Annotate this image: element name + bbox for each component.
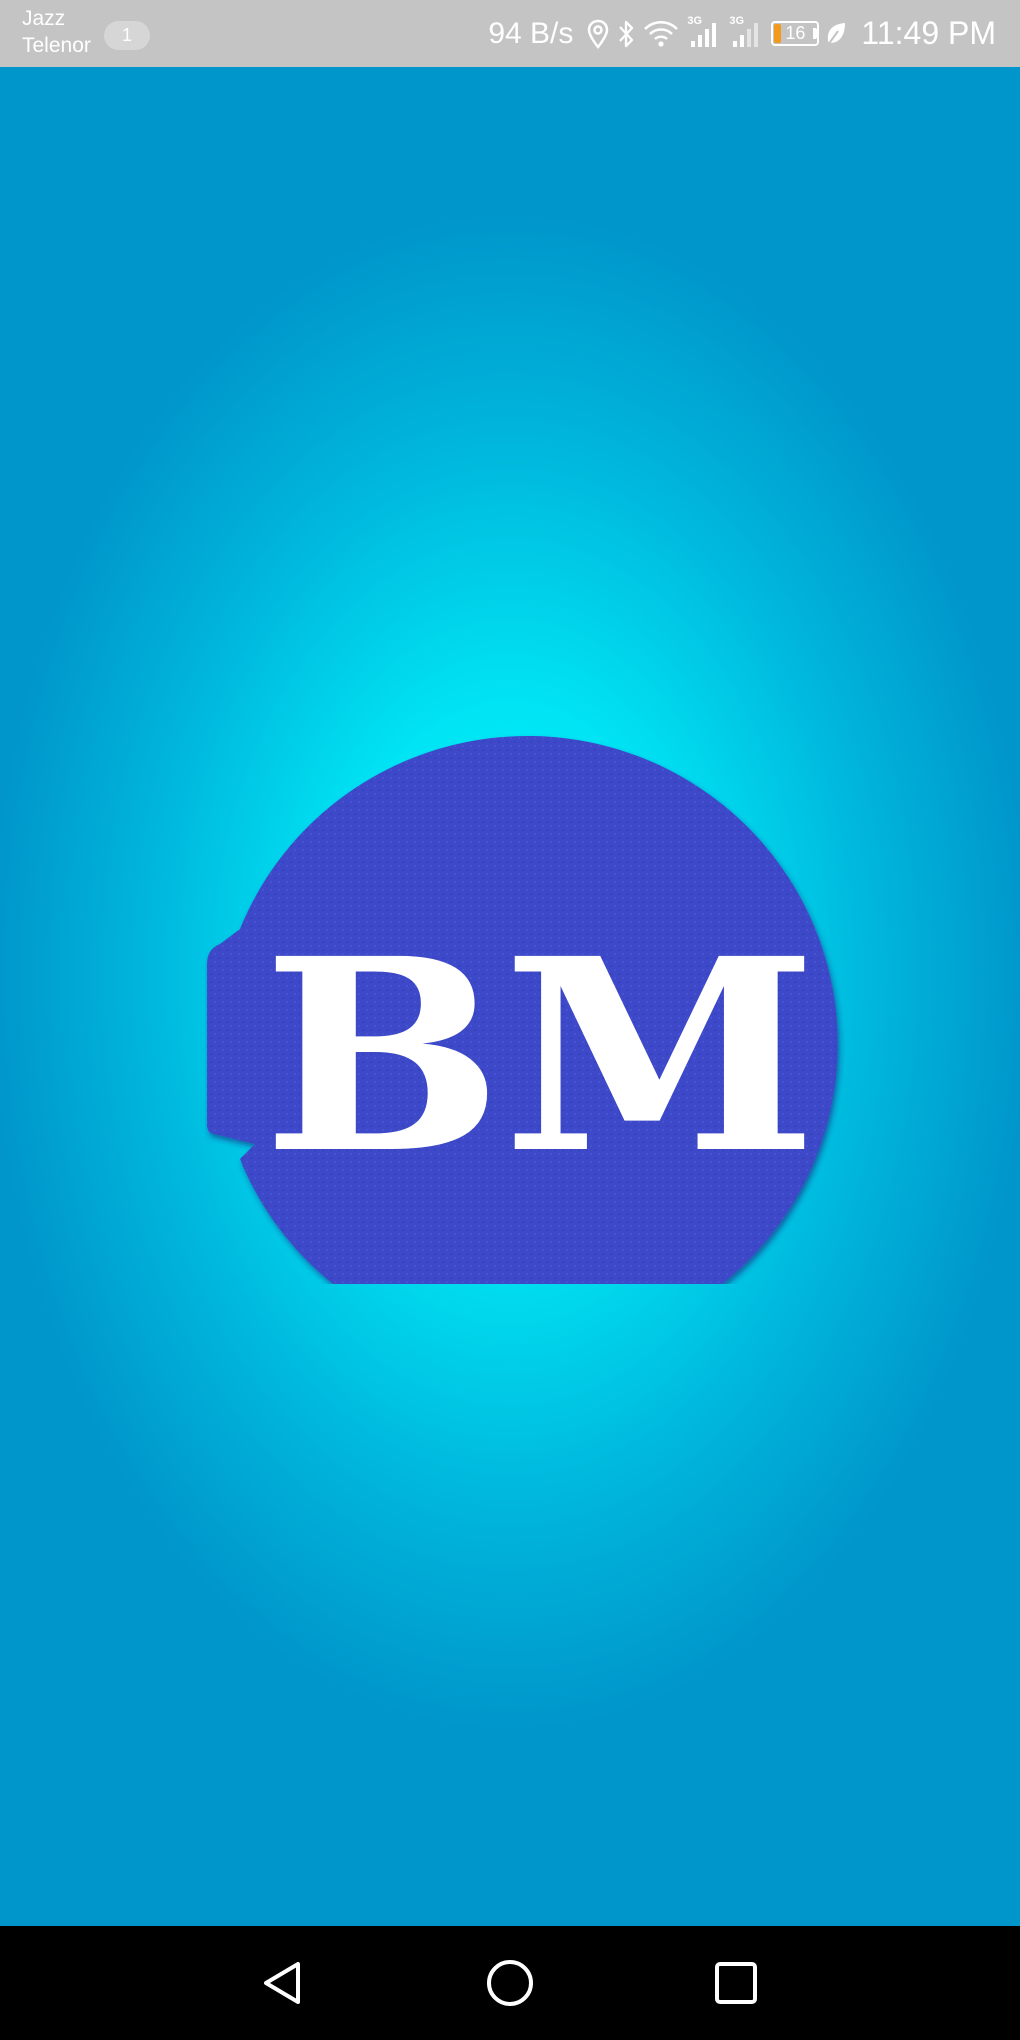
back-icon [264,1962,300,2004]
notification-count-badge: 1 [104,21,150,50]
carrier-2: Telenor [22,34,91,57]
navigation-bar [0,1926,1020,2040]
battery-level: 16 [785,23,806,43]
signal-icon: 3G [687,15,721,49]
battery-icon: 16 [771,21,820,46]
splash-background: BM [0,67,1020,1926]
home-icon [487,1960,533,2006]
network-speed: 94 B/s [488,16,574,50]
status-bar: Jazz Telenor 1 94 B/s 3G 3G 16 11:49 PM [0,0,1020,67]
signal-icon: 3G [729,15,763,49]
signal-type-label: 3G [687,14,703,27]
carrier-names: Jazz Telenor [22,5,91,59]
logo-text: BM [263,901,818,1212]
carrier-1: Jazz [22,7,66,30]
location-icon [587,19,609,49]
bluetooth-icon [617,19,635,49]
home-button[interactable] [480,1953,540,2013]
signal-type-label: 3G [729,14,745,27]
splash-screen: Jazz Telenor 1 94 B/s 3G 3G 16 11:49 PM … [0,0,1020,2040]
clock: 11:49 PM [861,15,996,51]
battery-indicator: 16 [771,21,820,46]
recents-icon [715,1962,757,2004]
bm-logo: BM [205,664,845,1284]
recents-button[interactable] [706,1953,766,2013]
status-icons: 94 B/s 3G 3G 16 11:49 PM [488,0,996,67]
leaf-icon [825,21,847,47]
wifi-icon [643,20,679,48]
back-button[interactable] [253,1953,313,2013]
